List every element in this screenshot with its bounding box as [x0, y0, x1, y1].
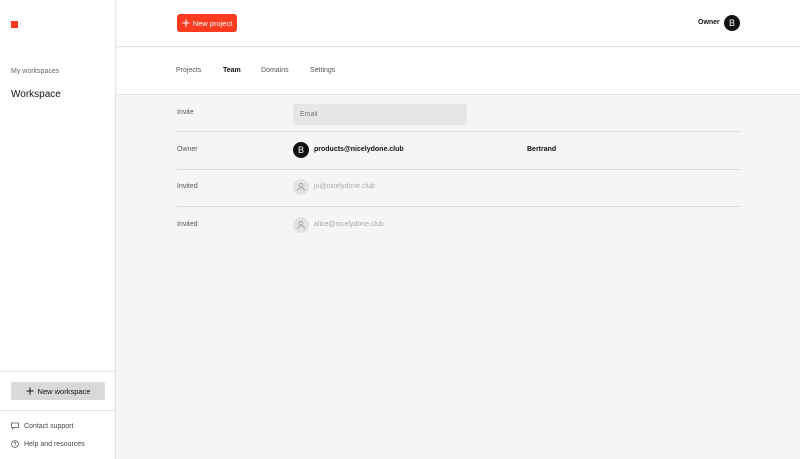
- chat-bubble-icon: [11, 422, 19, 430]
- tab-bar: Projects Team Domains Settings: [117, 48, 800, 95]
- invite-label: Invite: [177, 109, 194, 116]
- main-content: New project Owner B Projects Team Domain…: [117, 0, 800, 459]
- new-workspace-label: New workspace: [37, 386, 91, 396]
- help-circle-icon: [11, 440, 19, 448]
- new-project-label: New project: [192, 18, 233, 28]
- row-divider: [177, 206, 740, 207]
- member-email: jo@nicelydone.club: [314, 183, 375, 190]
- tab-projects[interactable]: Projects: [176, 67, 201, 74]
- plus-icon: [182, 19, 190, 27]
- help-resources-link[interactable]: Help and resources: [11, 440, 85, 448]
- sidebar: My workspaces Workspace New workspace Co…: [0, 0, 116, 459]
- top-bar: New project Owner B: [117, 0, 800, 47]
- contact-support-label: Contact support: [24, 422, 74, 430]
- member-name: Bertrand: [527, 146, 557, 153]
- member-role-label: Owner: [177, 146, 198, 153]
- tab-team[interactable]: Team: [223, 67, 241, 74]
- user-icon: [297, 182, 305, 192]
- plus-icon: [26, 387, 34, 395]
- invite-email-input[interactable]: [293, 104, 467, 125]
- member-email: alice@nicelydone.club: [314, 221, 384, 228]
- user-icon: [297, 220, 305, 230]
- workspace-item[interactable]: Workspace: [11, 89, 61, 100]
- avatar-initial: B: [728, 18, 735, 28]
- sidebar-divider: [0, 371, 116, 372]
- row-divider: [177, 169, 740, 170]
- tab-domains[interactable]: Domains: [261, 67, 289, 74]
- member-role-label: Invited: [177, 183, 198, 190]
- member-avatar: [293, 179, 309, 195]
- user-role-label: Owner: [698, 19, 720, 26]
- tab-settings[interactable]: Settings: [310, 67, 335, 74]
- row-divider: [177, 131, 740, 132]
- help-resources-label: Help and resources: [24, 440, 85, 448]
- member-avatar: B: [293, 142, 309, 158]
- user-avatar[interactable]: B: [724, 15, 740, 31]
- sidebar-divider: [0, 410, 116, 411]
- member-email: products@nicelydone.club: [314, 146, 404, 153]
- member-avatar: [293, 217, 309, 233]
- member-role-label: Invited: [177, 221, 198, 228]
- contact-support-link[interactable]: Contact support: [11, 422, 73, 430]
- workspaces-section-label: My workspaces: [11, 68, 60, 75]
- new-project-button[interactable]: New project: [177, 14, 237, 32]
- avatar-initial: B: [297, 145, 304, 155]
- logo-icon[interactable]: [11, 21, 18, 28]
- new-workspace-button[interactable]: New workspace: [11, 382, 105, 400]
